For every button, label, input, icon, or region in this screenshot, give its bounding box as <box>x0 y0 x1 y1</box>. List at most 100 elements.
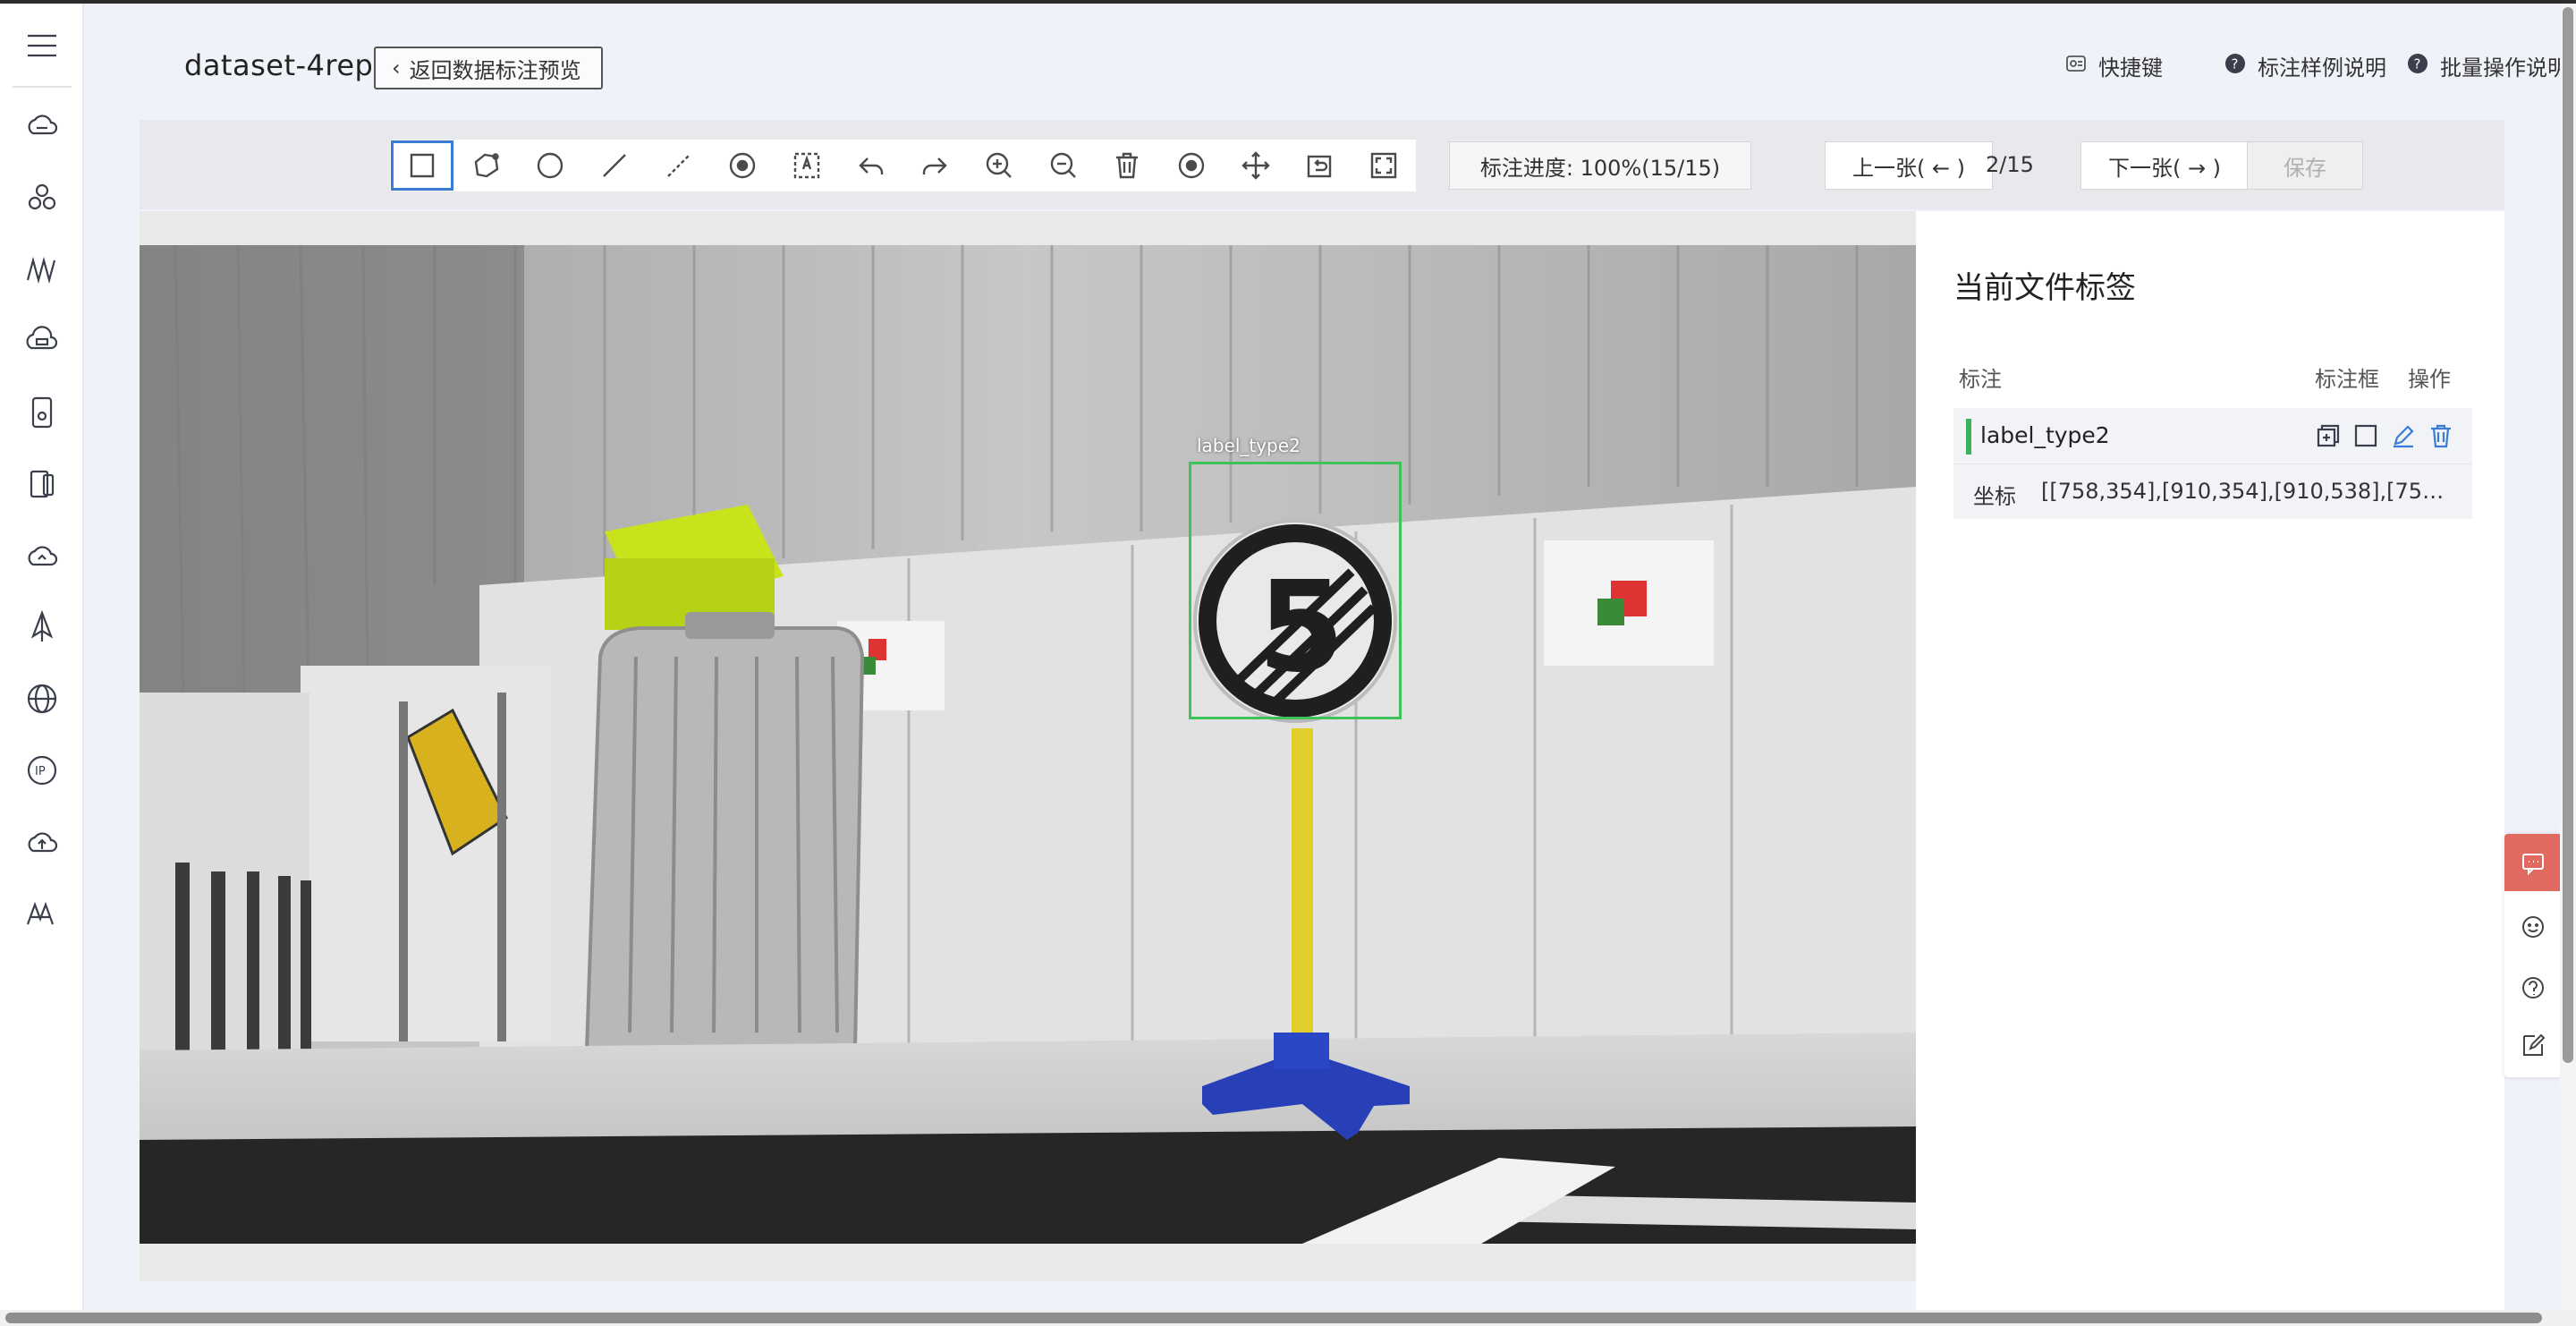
circle-icon <box>538 152 564 179</box>
sidebar-divider <box>13 86 72 88</box>
trash-icon[interactable] <box>2428 422 2454 453</box>
cloud-server-icon[interactable] <box>20 104 64 149</box>
devices-icon[interactable] <box>20 462 64 506</box>
coordinate-row: 坐标 [[758,354],[910,354],[910,538],[758,5… <box>1953 463 2472 519</box>
horizontal-scroll-thumb[interactable] <box>5 1313 2542 1323</box>
delete-tool[interactable] <box>1096 140 1160 191</box>
floating-toolbar <box>2504 834 2562 1077</box>
model-icon[interactable] <box>20 247 64 292</box>
chat-icon[interactable] <box>2504 834 2562 891</box>
square-icon <box>410 153 435 178</box>
back-to-preview-button[interactable]: ‹ 返回数据标注预览 <box>374 47 603 89</box>
move-tool[interactable] <box>1224 140 1288 191</box>
vertical-scroll-thumb[interactable] <box>2563 7 2573 1063</box>
svg-text:?: ? <box>2232 55 2239 72</box>
fullscreen-icon <box>1370 152 1397 179</box>
vertical-scrollbar[interactable] <box>2560 5 2576 1310</box>
annotation-progress: 标注进度: 100%(15/15) <box>1449 141 1751 190</box>
shortcut-keys-link[interactable]: 快捷键 <box>2064 50 2163 81</box>
ip-icon[interactable]: IP <box>20 748 64 793</box>
eye-icon <box>1178 152 1205 179</box>
prev-image-button[interactable]: 上一张( ← ) <box>1825 141 1993 190</box>
text-box-tool[interactable] <box>775 140 839 191</box>
row-actions <box>2315 422 2454 453</box>
col-label: 标注 <box>1959 367 2002 392</box>
question-icon: ? <box>2406 52 2429 81</box>
scene-photo: 5 <box>140 245 1916 1244</box>
label-example-link[interactable]: ? 标注样例说明 <box>2224 50 2386 81</box>
label-color-indicator <box>1966 419 1971 455</box>
redo-icon <box>923 157 948 174</box>
col-action: 操作 <box>2408 367 2451 392</box>
label-name: label_type2 <box>1980 422 2110 448</box>
rectangle-tool[interactable] <box>390 140 454 191</box>
zoom-in-icon <box>986 152 1012 178</box>
help-icon[interactable] <box>2504 959 2562 1016</box>
label-table-header: 标注 标注框 操作 <box>1953 361 2472 397</box>
line-tool[interactable] <box>582 140 647 191</box>
annotated-image[interactable]: 5 <box>140 245 1916 1244</box>
reset-tool[interactable] <box>1288 140 1352 191</box>
move-icon <box>1241 151 1270 180</box>
page-header: dataset-4rep ‹ 返回数据标注预览 快捷键 ? 标注样例说明 ? 批… <box>84 4 2576 116</box>
dashed-line-icon <box>666 154 691 177</box>
network-icon[interactable] <box>20 676 64 721</box>
trash-icon <box>1116 152 1139 179</box>
redo-tool[interactable] <box>903 140 968 191</box>
edit-note-icon[interactable] <box>2504 1016 2562 1074</box>
polygon-icon <box>474 153 499 178</box>
bounding-box-label: label_type2 <box>1197 435 1301 456</box>
keyboard-icon <box>2064 52 2088 81</box>
col-box: 标注框 <box>2315 367 2379 392</box>
deploy-icon[interactable] <box>20 605 64 650</box>
left-sidebar: IP <box>0 4 84 1315</box>
edit-icon[interactable] <box>2390 422 2417 453</box>
cloud-upload-icon[interactable] <box>20 820 64 864</box>
tool-group <box>390 140 1416 191</box>
line-icon <box>603 154 626 177</box>
svg-text:IP: IP <box>35 765 46 778</box>
fit-screen-tool[interactable] <box>1352 140 1416 191</box>
next-image-button[interactable]: 下一张( → ) <box>2080 141 2249 190</box>
reset-icon <box>1308 155 1332 178</box>
storage-icon[interactable] <box>20 319 64 363</box>
label-panel: 当前文件标签 标注 标注框 操作 label_type2 坐标 [[758,35… <box>1916 211 2504 1315</box>
dashed-line-tool[interactable] <box>647 140 711 191</box>
question-icon: ? <box>2224 52 2247 81</box>
cloud-icon[interactable] <box>20 533 64 578</box>
zoom-in-tool[interactable] <box>967 140 1031 191</box>
horizontal-scrollbar[interactable] <box>0 1310 2576 1326</box>
zoom-out-icon <box>1050 152 1076 178</box>
main-content: dataset-4rep ‹ 返回数据标注预览 快捷键 ? 标注样例说明 ? 批… <box>84 4 2576 1315</box>
save-button[interactable]: 保存 <box>2247 141 2363 190</box>
point-tool[interactable] <box>710 140 775 191</box>
polygon-tool[interactable] <box>454 140 519 191</box>
label-row[interactable]: label_type2 <box>1953 408 2472 463</box>
circle-tool[interactable] <box>518 140 582 191</box>
dataset-title: dataset-4rep <box>184 48 374 82</box>
undo-icon <box>858 157 883 174</box>
device-icon[interactable] <box>20 390 64 435</box>
annotation-canvas[interactable]: 5 label_type2 <box>140 211 1916 1281</box>
shortcut-keys-label: 快捷键 <box>2098 55 2163 81</box>
chevron-left-icon: ‹ <box>392 55 401 81</box>
svg-text:?: ? <box>2414 55 2421 72</box>
copy-icon[interactable] <box>2315 422 2342 453</box>
undo-tool[interactable] <box>839 140 903 191</box>
label-example-label: 标注样例说明 <box>2258 55 2386 81</box>
page-indicator: 2/15 <box>1986 152 2034 177</box>
batch-ops-link[interactable]: ? 批量操作说明 <box>2406 50 2569 81</box>
menu-icon[interactable] <box>20 23 64 68</box>
text-box-icon <box>793 152 820 179</box>
coordinate-value: [[758,354],[910,354],[910,538],[758,53..… <box>2041 479 2453 504</box>
visibility-tool[interactable] <box>1159 140 1224 191</box>
zoom-out-tool[interactable] <box>1031 140 1096 191</box>
batch-ops-label: 批量操作说明 <box>2440 55 2569 81</box>
feedback-icon[interactable] <box>2504 898 2562 956</box>
bounding-box[interactable] <box>1189 462 1402 719</box>
ai-icon[interactable] <box>20 891 64 936</box>
coordinate-key: 坐标 <box>1973 484 2016 509</box>
cluster-icon[interactable] <box>20 175 64 220</box>
box-toggle-icon[interactable] <box>2352 422 2379 453</box>
point-icon <box>730 152 756 179</box>
